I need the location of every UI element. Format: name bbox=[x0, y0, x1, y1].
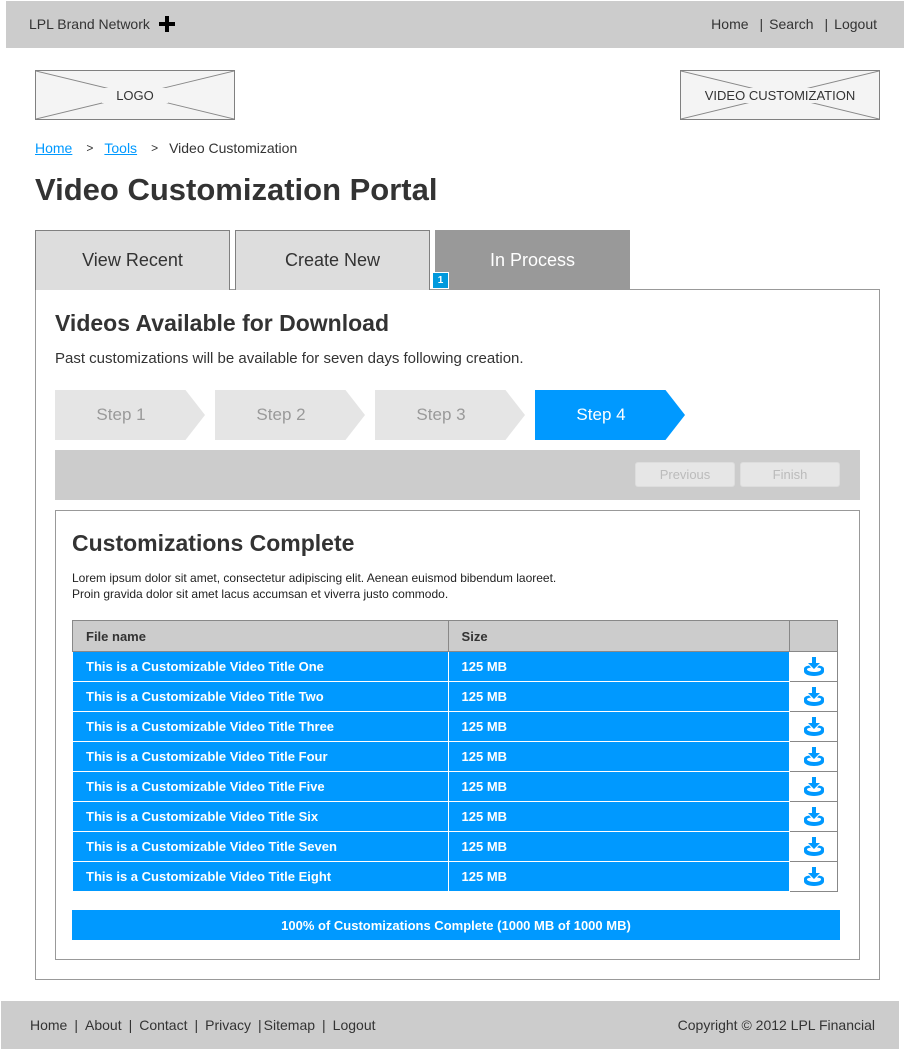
step-4[interactable]: Step 4 bbox=[535, 390, 685, 440]
download-button[interactable] bbox=[789, 681, 838, 712]
file-name-cell[interactable]: This is a Customizable Video Title Two bbox=[72, 681, 449, 712]
separator: | bbox=[759, 16, 764, 32]
section-banner: VIDEO CUSTOMIZATION bbox=[680, 70, 880, 120]
download-button[interactable] bbox=[789, 801, 838, 832]
description-line: Lorem ipsum dolor sit amet, consectetur … bbox=[72, 571, 557, 585]
table-row[interactable]: This is a Customizable Video Title Eight… bbox=[72, 861, 838, 892]
download-icon[interactable] bbox=[803, 866, 825, 888]
file-size-cell: 125 MB bbox=[447, 861, 791, 892]
footer-nav: Home | About | Contact | Privacy | Sitem… bbox=[30, 1017, 376, 1033]
top-nav-logout[interactable]: Logout bbox=[834, 16, 877, 32]
progress-label: 100% of Customizations Complete (1000 MB… bbox=[281, 917, 631, 933]
separator: | bbox=[128, 1017, 133, 1033]
download-button[interactable] bbox=[789, 741, 838, 772]
top-nav: Home | Search | Logout bbox=[711, 16, 877, 32]
table-row[interactable]: This is a Customizable Video Title Two 12… bbox=[72, 681, 838, 712]
table-header-row: File name Size bbox=[72, 620, 838, 652]
file-size-cell: 125 MB bbox=[447, 741, 791, 772]
column-header-size[interactable]: Size bbox=[447, 620, 791, 652]
separator: | bbox=[824, 16, 829, 32]
column-header-file-name[interactable]: File name bbox=[72, 620, 449, 652]
file-name-cell[interactable]: This is a Customizable Video Title Six bbox=[72, 801, 449, 832]
download-button[interactable] bbox=[789, 651, 838, 682]
finish-button[interactable]: Finish bbox=[740, 462, 840, 487]
previous-button[interactable]: Previous bbox=[635, 462, 735, 487]
separator: | bbox=[322, 1017, 326, 1033]
breadcrumb-separator: > bbox=[151, 141, 159, 155]
copyright: Copyright © 2012 LPL Financial bbox=[677, 1017, 875, 1033]
breadcrumb-separator: > bbox=[86, 141, 94, 155]
separator: | bbox=[258, 1017, 262, 1033]
page-title: Video Customization Portal bbox=[35, 172, 438, 207]
download-icon[interactable] bbox=[803, 836, 825, 858]
file-name-cell[interactable]: This is a Customizable Video Title One bbox=[72, 651, 449, 682]
download-button[interactable] bbox=[789, 711, 838, 742]
download-icon[interactable] bbox=[803, 686, 825, 708]
footer-home[interactable]: Home bbox=[30, 1017, 67, 1033]
separator: | bbox=[194, 1017, 199, 1033]
brand-name: LPL Brand Network bbox=[29, 16, 150, 32]
download-icon[interactable] bbox=[803, 746, 825, 768]
file-size-cell: 125 MB bbox=[447, 651, 791, 682]
progress-bar: 100% of Customizations Complete (1000 MB… bbox=[72, 910, 840, 940]
section-description: Past customizations will be available fo… bbox=[55, 350, 524, 367]
file-size-cell: 125 MB bbox=[447, 831, 791, 862]
file-size-cell: 125 MB bbox=[447, 771, 791, 802]
file-size-cell: 125 MB bbox=[447, 711, 791, 742]
table-row[interactable]: This is a Customizable Video Title Five 1… bbox=[72, 771, 838, 802]
section-title: Videos Available for Download bbox=[55, 310, 389, 336]
complete-description: Lorem ipsum dolor sit amet, consectetur … bbox=[72, 570, 556, 602]
breadcrumb-current: Video Customization bbox=[169, 140, 298, 156]
breadcrumb-home[interactable]: Home bbox=[35, 140, 72, 157]
description-line: Proin gravida dolor sit amet lacus accum… bbox=[72, 587, 449, 601]
separator: | bbox=[74, 1017, 78, 1033]
logo[interactable]: LOGO bbox=[35, 70, 235, 120]
top-nav-home[interactable]: Home bbox=[711, 16, 748, 32]
section-banner-label: VIDEO CUSTOMIZATION bbox=[690, 87, 870, 103]
download-button[interactable] bbox=[789, 861, 838, 892]
plus-icon[interactable] bbox=[158, 16, 175, 32]
column-header-actions bbox=[789, 620, 838, 652]
download-button[interactable] bbox=[789, 831, 838, 862]
file-name-cell[interactable]: This is a Customizable Video Title Four bbox=[72, 741, 449, 772]
file-name-cell[interactable]: This is a Customizable Video Title Three bbox=[72, 711, 449, 742]
file-name-cell[interactable]: This is a Customizable Video Title Seven bbox=[72, 831, 449, 862]
complete-title: Customizations Complete bbox=[72, 530, 355, 556]
footer-contact[interactable]: Contact bbox=[139, 1017, 187, 1033]
logo-label: LOGO bbox=[102, 87, 168, 103]
footer-sitemap[interactable]: Sitemap bbox=[264, 1017, 315, 1033]
tab-create-new[interactable]: Create New bbox=[235, 230, 430, 290]
breadcrumb: Home > Tools > Video Customization bbox=[35, 140, 297, 157]
file-size-cell: 125 MB bbox=[447, 681, 791, 712]
step-2[interactable]: Step 2 bbox=[215, 390, 365, 440]
tab-in-process[interactable]: In Process bbox=[435, 230, 630, 290]
file-name-cell[interactable]: This is a Customizable Video Title Eight bbox=[72, 861, 449, 892]
download-icon[interactable] bbox=[803, 716, 825, 738]
table-row[interactable]: This is a Customizable Video Title Six 12… bbox=[72, 801, 838, 832]
step-3[interactable]: Step 3 bbox=[375, 390, 525, 440]
footer-about[interactable]: About bbox=[85, 1017, 122, 1033]
file-size-cell: 125 MB bbox=[447, 801, 791, 832]
in-process-count-badge: 1 bbox=[432, 272, 449, 289]
table-row[interactable]: This is a Customizable Video Title One 12… bbox=[72, 651, 838, 682]
files-table: File name Size This is a Customizable Vi… bbox=[72, 620, 838, 892]
download-icon[interactable] bbox=[803, 776, 825, 798]
download-button[interactable] bbox=[789, 771, 838, 802]
tab-view-recent[interactable]: View Recent bbox=[35, 230, 230, 290]
brand: LPL Brand Network bbox=[29, 16, 175, 32]
footer-logout[interactable]: Logout bbox=[333, 1017, 376, 1033]
table-row[interactable]: This is a Customizable Video Title Four 1… bbox=[72, 741, 838, 772]
download-icon[interactable] bbox=[803, 656, 825, 678]
table-row[interactable]: This is a Customizable Video Title Seven… bbox=[72, 831, 838, 862]
table-row[interactable]: This is a Customizable Video Title Three… bbox=[72, 711, 838, 742]
step-1[interactable]: Step 1 bbox=[55, 390, 205, 440]
footer-privacy[interactable]: Privacy bbox=[205, 1017, 251, 1033]
top-nav-search[interactable]: Search bbox=[769, 16, 813, 32]
breadcrumb-tools[interactable]: Tools bbox=[104, 140, 137, 157]
file-name-cell[interactable]: This is a Customizable Video Title Five bbox=[72, 771, 449, 802]
download-icon[interactable] bbox=[803, 806, 825, 828]
